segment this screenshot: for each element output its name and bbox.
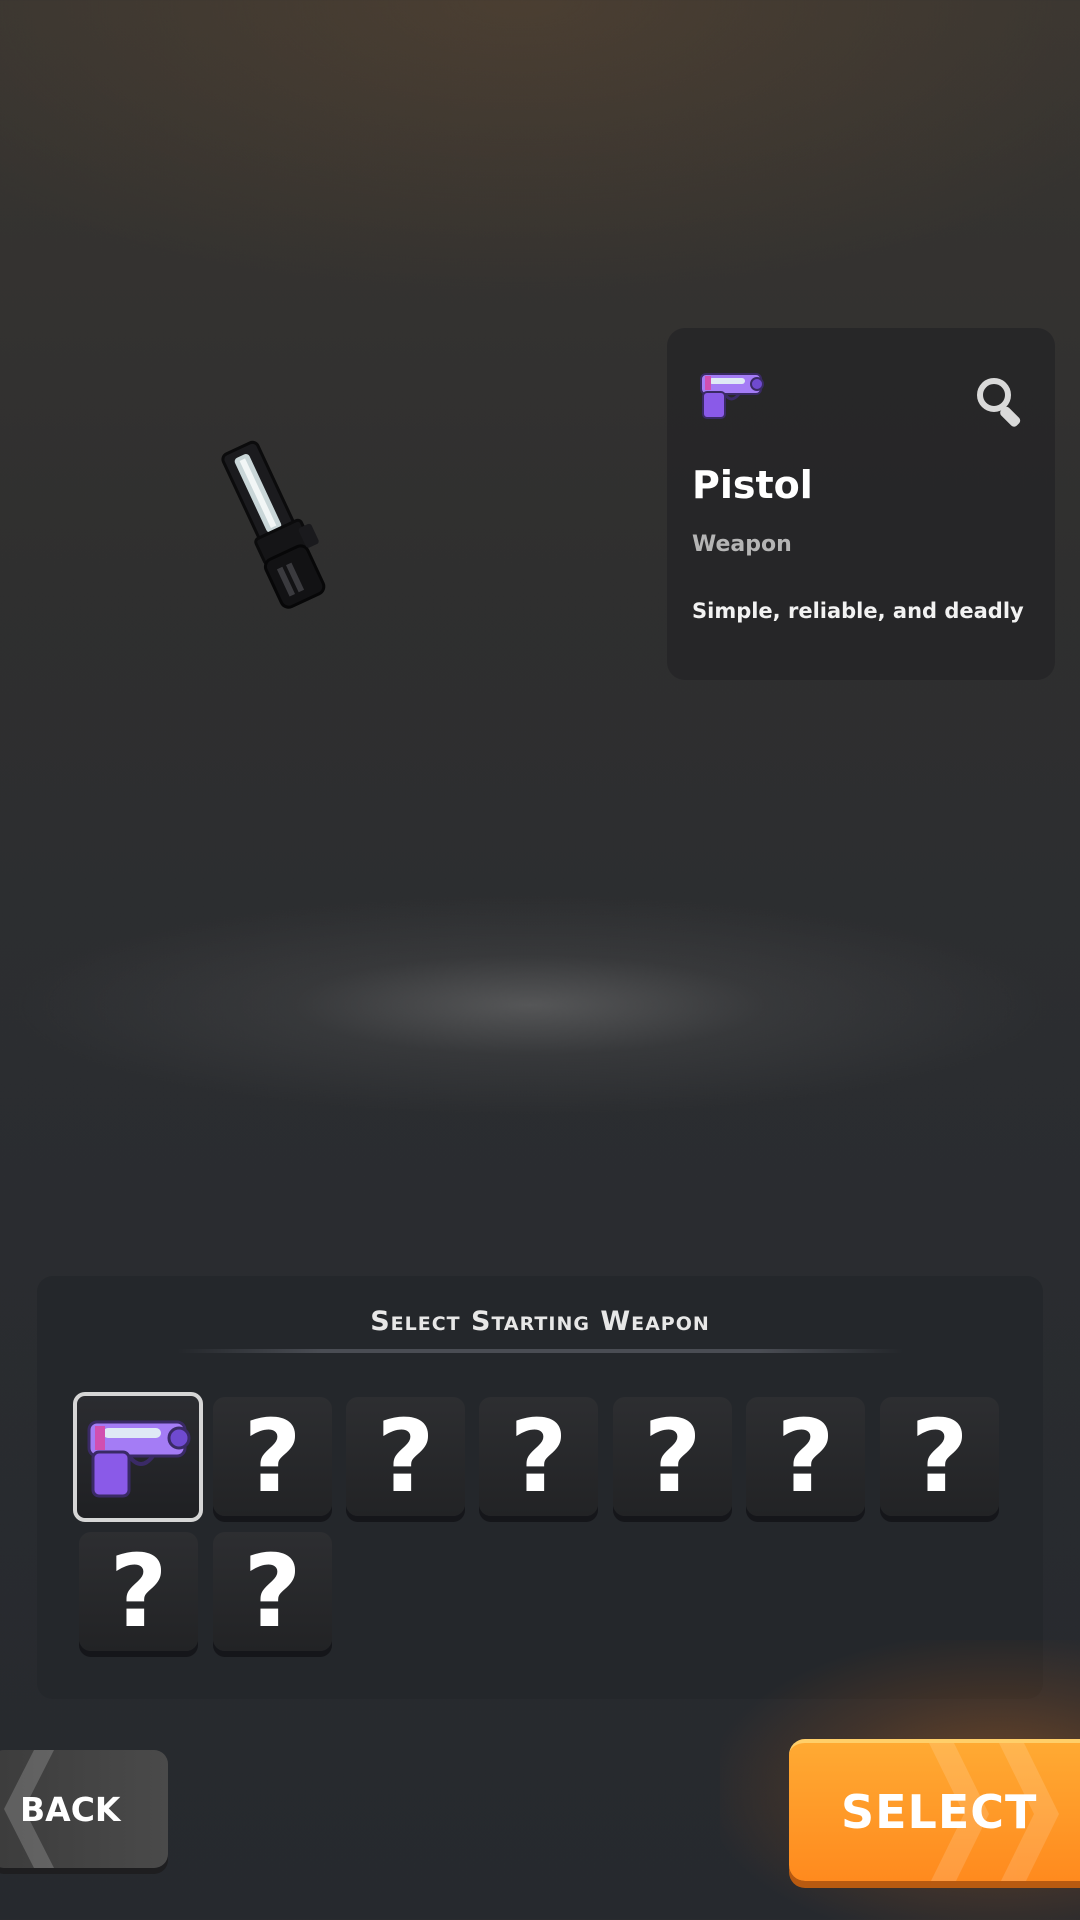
magnifier-icon[interactable]	[973, 374, 1027, 428]
select-button-label: SELECT	[841, 1785, 1038, 1839]
weapon-slot-locked[interactable]: ?	[479, 1397, 598, 1516]
back-button[interactable]: BACK	[0, 1750, 168, 1868]
weapon-slot-locked[interactable]: ?	[213, 1532, 332, 1651]
weapon-description: Simple, reliable, and deadly	[692, 599, 1024, 623]
weapon-slot-locked[interactable]: ?	[213, 1397, 332, 1516]
weapon-slot-locked[interactable]: ?	[79, 1532, 198, 1651]
weapon-slot-pistol[interactable]	[73, 1392, 203, 1522]
pistol-preview-model[interactable]	[210, 430, 340, 620]
weapon-info-card: Pistol Weapon Simple, reliable, and dead…	[667, 328, 1055, 680]
back-button-label: BACK	[20, 1789, 121, 1829]
weapon-select-panel: Select Starting Weapon ? ? ? ? ? ? ? ?	[37, 1276, 1043, 1699]
weapon-slot-locked[interactable]: ?	[346, 1397, 465, 1516]
purple-pistol-icon	[695, 368, 765, 420]
weapon-slot-locked[interactable]: ?	[613, 1397, 732, 1516]
weapon-title: Pistol	[692, 463, 813, 507]
select-button[interactable]: SELECT	[789, 1739, 1080, 1881]
panel-title: Select Starting Weapon	[370, 1306, 710, 1337]
title-divider	[177, 1349, 903, 1353]
weapon-slot-locked[interactable]: ?	[880, 1397, 999, 1516]
weapon-slot-locked[interactable]: ?	[746, 1397, 865, 1516]
purple-pistol-icon	[83, 1412, 195, 1502]
weapon-type: Weapon	[692, 532, 792, 557]
